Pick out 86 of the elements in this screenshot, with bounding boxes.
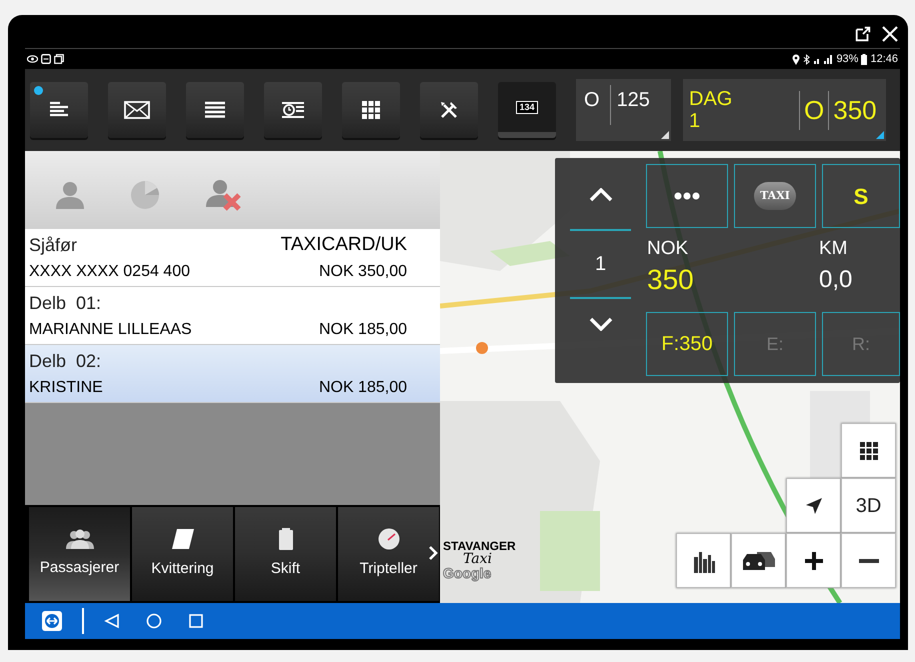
grid-icon <box>860 442 878 460</box>
counter-value: 350 <box>828 90 877 130</box>
payment-row[interactable]: Sjåfør TAXICARD/UK XXXX XXXX 0254 400 NOK 350,00 <box>25 229 440 287</box>
clipboard-icon <box>278 528 292 550</box>
home-icon[interactable] <box>146 613 162 629</box>
grid-button[interactable] <box>841 423 896 478</box>
eye-icon <box>27 54 38 64</box>
logo-text: STAVANGER <box>443 540 516 552</box>
more-icon <box>674 192 700 200</box>
fare-amount: 350 <box>647 264 695 296</box>
payment-row[interactable]: Delb 01: MARIANNE LILLEAAS NOK 185,00 <box>25 287 440 345</box>
day-number: 1 <box>689 110 702 132</box>
counter-panel[interactable]: DAG 1 O 350 <box>683 79 886 141</box>
zoom-in-button[interactable] <box>786 533 841 588</box>
toolbar-button[interactable]: 134 <box>498 82 556 138</box>
bottom-tab[interactable]: Tripteller <box>338 507 439 601</box>
chevron-up-icon[interactable] <box>588 188 612 202</box>
day-label: DAG <box>689 88 734 110</box>
chevron-down-icon[interactable] <box>588 317 612 331</box>
taxi-button[interactable]: TAXI <box>734 164 816 228</box>
grid-icon <box>362 101 380 119</box>
signal-icon <box>813 54 834 64</box>
people-icon <box>66 528 94 549</box>
navigation-button[interactable] <box>786 478 841 533</box>
distance-value: 0,0 <box>819 264 852 294</box>
payer-name: XXXX XXXX 0254 400 <box>29 262 190 282</box>
payer-name: MARIANNE LILLEAAS <box>29 320 192 340</box>
payment-amount: NOK 185,00 <box>318 320 407 340</box>
minus-icon <box>858 558 878 564</box>
list-icon <box>204 101 226 119</box>
trip-count: 1 <box>594 252 606 277</box>
counter-label: O <box>584 88 600 113</box>
battery-icon <box>861 54 868 64</box>
google-logo: Google <box>443 566 492 580</box>
chart-button[interactable] <box>676 533 731 588</box>
plus-icon <box>804 550 824 570</box>
bottom-tab[interactable]: Kvittering <box>132 507 233 601</box>
navigation-arrow-icon <box>804 496 824 516</box>
more-button[interactable] <box>646 164 728 228</box>
bluetooth-icon <box>803 54 810 64</box>
payer-label: Delb 02: <box>29 350 102 372</box>
fixed-price-button[interactable]: F:350 <box>646 312 728 376</box>
payment-method: TAXICARD/UK <box>280 232 407 256</box>
battery-percent: 93% <box>836 52 858 67</box>
corner-icon <box>876 131 884 139</box>
bottom-tab[interactable]: Skift <box>235 507 336 601</box>
payer-label: Sjåfør <box>29 234 78 256</box>
remote-icon <box>41 54 51 64</box>
three-d-button[interactable]: 3D <box>841 478 896 533</box>
back-icon[interactable] <box>104 613 120 629</box>
toolbar-button[interactable] <box>264 82 322 138</box>
payer-name: KRISTINE <box>29 378 103 398</box>
payment-amount: NOK 185,00 <box>318 378 407 398</box>
logo-script: Taxi <box>463 552 492 566</box>
counter-label: O <box>799 90 824 130</box>
counter-panel[interactable]: O 125 <box>576 79 671 141</box>
gauge-icon <box>378 528 400 550</box>
recents-icon[interactable] <box>188 613 204 629</box>
toolbar-button[interactable] <box>342 82 400 138</box>
payment-row[interactable]: Delb 02: KRISTINE NOK 185,00 <box>25 345 440 403</box>
distance-label: KM <box>819 237 848 261</box>
clock-time: 12:46 <box>870 52 898 67</box>
chevron-right-icon[interactable] <box>428 545 438 561</box>
counter-value: 125 <box>610 85 650 125</box>
external-link-icon[interactable] <box>854 24 872 42</box>
corner-icon <box>661 131 669 139</box>
status-button[interactable]: S <box>822 164 900 228</box>
menu-icon <box>48 101 70 119</box>
tools-icon <box>439 100 459 120</box>
paper-icon <box>170 528 194 550</box>
clock-list-icon <box>281 101 305 119</box>
bottom-tab[interactable]: Passasjerer <box>29 507 130 601</box>
toolbar-button[interactable] <box>30 82 88 138</box>
toolbar-button[interactable] <box>108 82 166 138</box>
close-icon[interactable] <box>880 24 900 44</box>
location-icon <box>792 54 800 64</box>
payment-amount: NOK 350,00 <box>318 262 407 282</box>
toolbar-button[interactable] <box>186 82 244 138</box>
envelope-icon <box>124 101 150 119</box>
payer-label: Delb 01: <box>29 292 102 314</box>
traffic-button[interactable] <box>731 533 786 588</box>
remote-app-icon[interactable] <box>42 611 62 631</box>
windows-icon <box>54 54 64 64</box>
zoom-out-button[interactable] <box>841 533 896 588</box>
toolbar-button[interactable] <box>420 82 478 138</box>
currency-label: NOK <box>647 237 690 261</box>
